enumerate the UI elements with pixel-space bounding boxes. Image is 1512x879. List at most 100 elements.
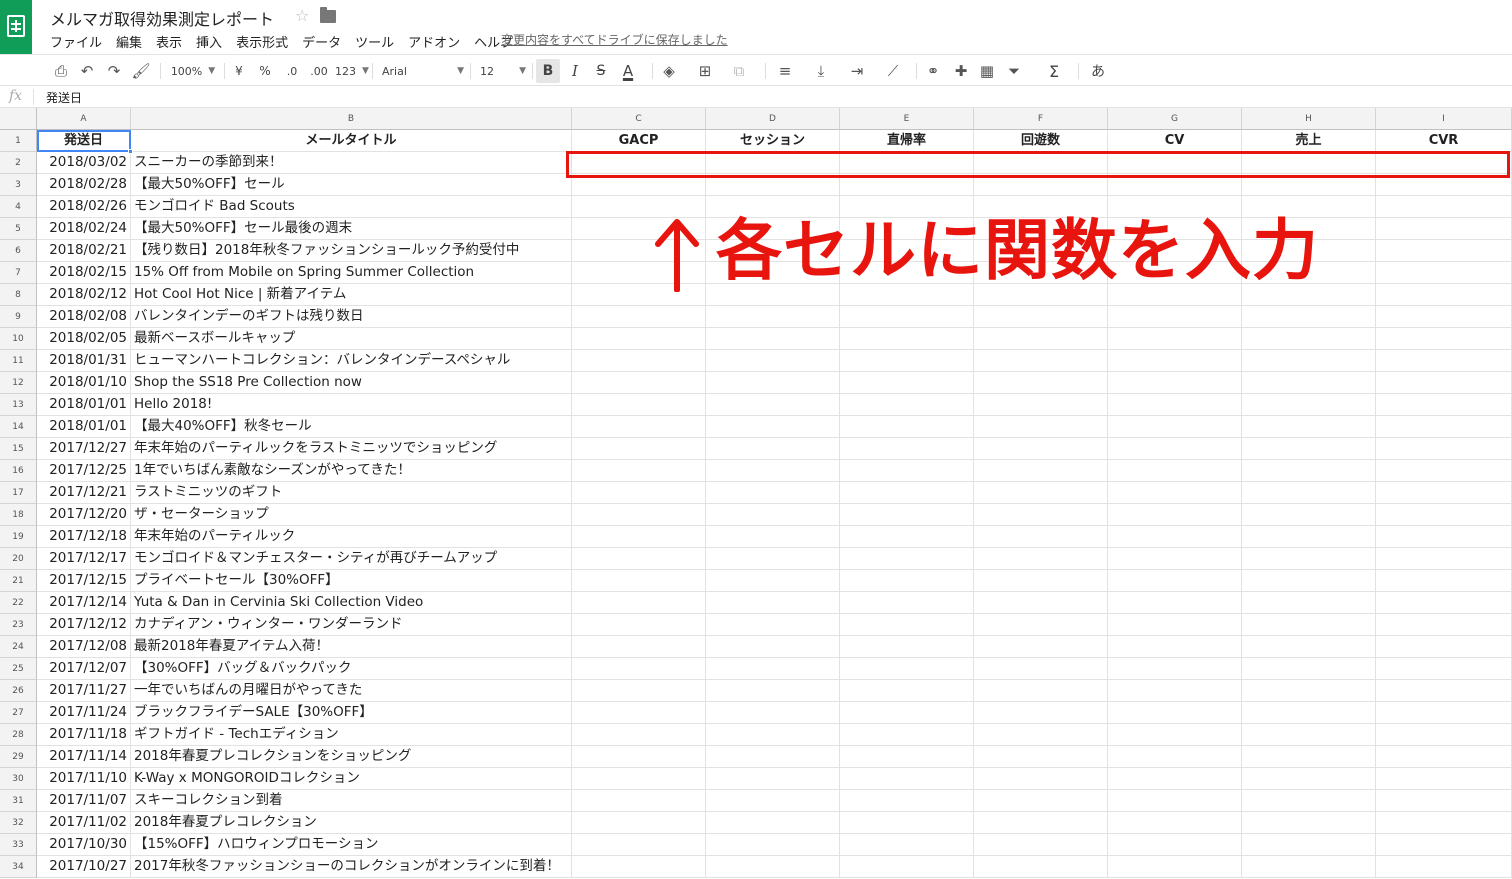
title-cell[interactable]: 15% Off from Mobile on Spring Summer Col… [131, 262, 572, 284]
menu-tools[interactable]: ツール [355, 32, 394, 51]
empty-cell[interactable] [840, 636, 974, 658]
empty-cell[interactable] [1376, 812, 1512, 834]
empty-cell[interactable] [1376, 372, 1512, 394]
empty-cell[interactable] [974, 482, 1108, 504]
date-cell[interactable]: 2018/02/05 [37, 328, 131, 350]
empty-cell[interactable] [572, 394, 706, 416]
empty-cell[interactable] [1242, 482, 1376, 504]
row-number[interactable]: 13 [0, 394, 37, 416]
empty-cell[interactable] [840, 768, 974, 790]
empty-cell[interactable] [572, 768, 706, 790]
date-cell[interactable]: 2017/10/30 [37, 834, 131, 856]
empty-cell[interactable] [1242, 702, 1376, 724]
empty-cell[interactable] [1376, 460, 1512, 482]
empty-cell[interactable] [706, 724, 840, 746]
title-cell[interactable]: Shop the SS18 Pre Collection now [131, 372, 572, 394]
empty-cell[interactable] [706, 372, 840, 394]
empty-cell[interactable] [706, 592, 840, 614]
empty-cell[interactable] [706, 482, 840, 504]
row-number[interactable]: 24 [0, 636, 37, 658]
empty-cell[interactable] [1376, 680, 1512, 702]
column-header-h[interactable]: H [1242, 108, 1376, 130]
empty-cell[interactable] [1242, 746, 1376, 768]
date-cell[interactable]: 2017/12/07 [37, 658, 131, 680]
empty-cell[interactable] [1242, 856, 1376, 878]
empty-cell[interactable] [840, 350, 974, 372]
date-cell[interactable]: 2018/02/15 [37, 262, 131, 284]
title-cell[interactable]: K-Way x MONGOROIDコレクション [131, 768, 572, 790]
date-cell[interactable]: 2018/01/31 [37, 350, 131, 372]
font-size-select[interactable]: 12 ▼ [478, 55, 528, 87]
date-cell[interactable]: 2018/02/24 [37, 218, 131, 240]
row-number[interactable]: 23 [0, 614, 37, 636]
empty-cell[interactable] [974, 504, 1108, 526]
empty-cell[interactable] [572, 790, 706, 812]
row-number[interactable]: 1 [0, 130, 37, 152]
header-cell[interactable]: GACP [572, 130, 706, 152]
row-number[interactable]: 12 [0, 372, 37, 394]
empty-cell[interactable] [1108, 724, 1242, 746]
empty-cell[interactable] [572, 526, 706, 548]
borders-icon[interactable]: ⊞ [694, 55, 716, 87]
empty-cell[interactable] [974, 834, 1108, 856]
empty-cell[interactable] [1242, 570, 1376, 592]
empty-cell[interactable] [840, 834, 974, 856]
header-cell[interactable]: 発送日 [37, 130, 131, 152]
menu-data[interactable]: データ [302, 32, 341, 51]
empty-cell[interactable] [1242, 350, 1376, 372]
title-cell[interactable]: 2018年春夏プレコレクション [131, 812, 572, 834]
header-cell[interactable]: CV [1108, 130, 1242, 152]
empty-cell[interactable] [1242, 416, 1376, 438]
undo-icon[interactable]: ↶ [76, 55, 98, 87]
bold-button[interactable]: B [536, 59, 560, 83]
empty-cell[interactable] [1376, 768, 1512, 790]
empty-cell[interactable] [706, 834, 840, 856]
empty-cell[interactable] [572, 856, 706, 878]
empty-cell[interactable] [572, 306, 706, 328]
date-cell[interactable]: 2017/12/14 [37, 592, 131, 614]
empty-cell[interactable] [974, 724, 1108, 746]
redo-icon[interactable]: ↷ [103, 55, 125, 87]
empty-cell[interactable] [1108, 460, 1242, 482]
folder-icon[interactable] [320, 7, 336, 23]
empty-cell[interactable] [1242, 306, 1376, 328]
empty-cell[interactable] [1242, 460, 1376, 482]
date-cell[interactable]: 2018/02/21 [37, 240, 131, 262]
empty-cell[interactable] [1376, 328, 1512, 350]
currency-button[interactable]: ¥ [230, 55, 248, 87]
empty-cell[interactable] [706, 548, 840, 570]
row-number[interactable]: 25 [0, 658, 37, 680]
row-number[interactable]: 26 [0, 680, 37, 702]
formula-input[interactable]: 発送日 [46, 89, 82, 106]
empty-cell[interactable] [840, 680, 974, 702]
row-number[interactable]: 30 [0, 768, 37, 790]
empty-cell[interactable] [572, 570, 706, 592]
empty-cell[interactable] [1242, 592, 1376, 614]
empty-cell[interactable] [1376, 482, 1512, 504]
date-cell[interactable]: 2018/01/01 [37, 394, 131, 416]
title-cell[interactable]: 年末年始のパーティルック [131, 526, 572, 548]
title-cell[interactable]: バレンタインデーのギフトは残り数日 [131, 306, 572, 328]
fill-color-icon[interactable]: ◈ [658, 55, 680, 87]
empty-cell[interactable] [1376, 196, 1512, 218]
empty-cell[interactable] [706, 746, 840, 768]
empty-cell[interactable] [1376, 614, 1512, 636]
empty-cell[interactable] [706, 790, 840, 812]
empty-cell[interactable] [706, 460, 840, 482]
empty-cell[interactable] [706, 856, 840, 878]
empty-cell[interactable] [974, 636, 1108, 658]
empty-cell[interactable] [974, 306, 1108, 328]
date-cell[interactable]: 2018/02/08 [37, 306, 131, 328]
empty-cell[interactable] [840, 790, 974, 812]
date-cell[interactable]: 2017/11/10 [37, 768, 131, 790]
empty-cell[interactable] [1108, 482, 1242, 504]
empty-cell[interactable] [706, 658, 840, 680]
empty-cell[interactable] [706, 636, 840, 658]
filter-icon[interactable]: ⏷ [1003, 55, 1025, 87]
empty-cell[interactable] [706, 570, 840, 592]
decrease-decimal-button[interactable]: .0 [281, 55, 303, 87]
empty-cell[interactable] [1108, 856, 1242, 878]
row-number[interactable]: 20 [0, 548, 37, 570]
title-cell[interactable]: 2017年秋冬ファッションショーのコレクションがオンラインに到着！ [131, 856, 572, 878]
title-cell[interactable]: 【30%OFF】バッグ＆バックパック [131, 658, 572, 680]
